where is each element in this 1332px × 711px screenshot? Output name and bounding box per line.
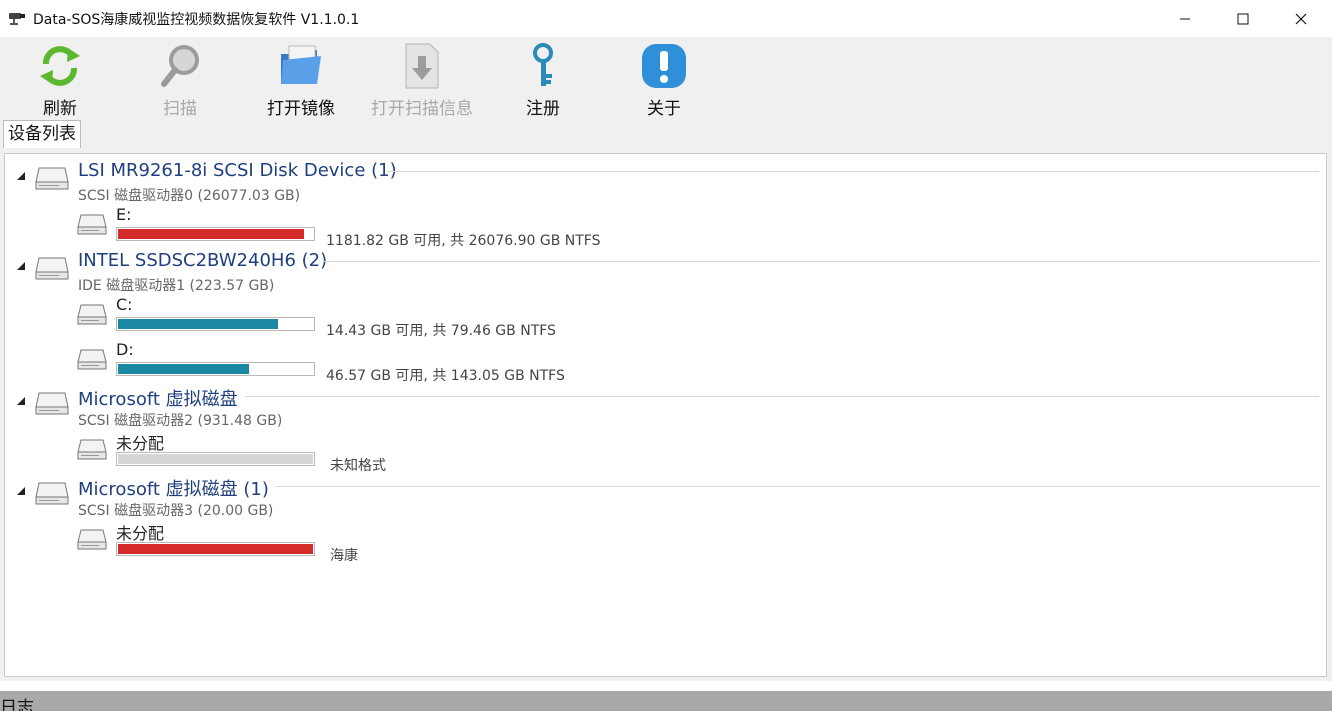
open-image-button[interactable]: 打开镜像 (241, 40, 361, 119)
open-scan-info-button[interactable]: 打开扫描信息 (362, 40, 482, 119)
volume-drive-icon (77, 214, 107, 235)
scan-label: 扫描 (163, 99, 197, 119)
volume-usage-fill (118, 544, 313, 554)
disk-subtitle: IDE 磁盘驱动器1 (223.57 GB) (78, 278, 275, 294)
folder-icon (281, 45, 321, 84)
disk-name[interactable]: INTEL SSDSC2BW240H6 (2) (78, 250, 327, 271)
close-button[interactable] (1272, 0, 1330, 37)
refresh-icon (40, 46, 80, 86)
open-image-label: 打开镜像 (267, 99, 335, 119)
volume-usage-bar (116, 542, 315, 556)
magnifier-icon (161, 45, 199, 87)
volume-label[interactable]: E: (116, 205, 132, 224)
volume-info: 海康 (330, 548, 358, 564)
open-scan-info-label: 打开扫描信息 (371, 99, 473, 119)
volume-label[interactable]: 未分配 (116, 520, 164, 544)
volume-info: 46.57 GB 可用, 共 143.05 GB NTFS (326, 368, 565, 384)
minimize-icon (1180, 18, 1190, 19)
volume-drive-icon (77, 529, 107, 550)
key-icon (533, 43, 553, 86)
tab-strip: 设备列表 (0, 117, 1332, 149)
log-label[interactable]: 日志 (0, 693, 34, 711)
disk-name[interactable]: Microsoft 虚拟磁盘 (1) (78, 475, 269, 501)
refresh-label: 刷新 (43, 99, 77, 119)
volume-drive-icon (77, 439, 107, 460)
volume-drive-icon (77, 349, 107, 370)
separator-line (323, 261, 1319, 262)
volume-usage-fill (118, 229, 304, 239)
volume-usage-bar (116, 227, 315, 241)
volume-usage-fill (118, 454, 313, 464)
refresh-button[interactable]: 刷新 (0, 40, 120, 119)
close-icon (1295, 13, 1307, 24)
volume-label[interactable]: 未分配 (116, 430, 164, 454)
volume-info: 1181.82 GB 可用, 共 26076.90 GB NTFS (326, 233, 601, 249)
hard-disk-icon (35, 482, 69, 505)
about-label: 关于 (647, 99, 681, 119)
maximize-icon (1237, 13, 1249, 24)
hard-disk-icon (35, 257, 69, 280)
volume-label[interactable]: C: (116, 295, 133, 314)
register-label: 注册 (526, 99, 560, 119)
hard-disk-icon (35, 392, 69, 415)
camera-app-icon (9, 13, 25, 25)
log-panel-header: 日志 (0, 691, 1332, 711)
expand-triangle-icon[interactable] (16, 396, 26, 406)
about-button[interactable]: 关于 (604, 40, 724, 119)
title-bar: Data-SOS海康威视监控视频数据恢复软件 V1.1.0.1 (0, 0, 1332, 37)
disk-subtitle: SCSI 磁盘驱动器0 (26077.03 GB) (78, 188, 301, 204)
separator-line (387, 171, 1319, 172)
register-button[interactable]: 注册 (483, 40, 603, 119)
volume-drive-icon (77, 304, 107, 325)
expand-triangle-icon[interactable] (16, 486, 26, 496)
device-list: LSI MR9261-8i SCSI Disk Device (1) SCSI … (4, 153, 1327, 677)
download-file-icon (405, 43, 439, 89)
minimize-button[interactable] (1156, 0, 1214, 37)
disk-name[interactable]: LSI MR9261-8i SCSI Disk Device (1) (78, 160, 397, 181)
expand-triangle-icon[interactable] (16, 261, 26, 271)
volume-usage-bar (116, 452, 315, 466)
info-icon (642, 44, 686, 88)
window-title: Data-SOS海康威视监控视频数据恢复软件 V1.1.0.1 (33, 12, 360, 28)
scan-button[interactable]: 扫描 (120, 40, 240, 119)
device-list-area: LSI MR9261-8i SCSI Disk Device (1) SCSI … (0, 149, 1332, 681)
separator-line (245, 396, 1319, 397)
maximize-button[interactable] (1214, 0, 1272, 37)
separator-line (275, 486, 1319, 487)
volume-usage-fill (118, 364, 249, 374)
volume-info: 14.43 GB 可用, 共 79.46 GB NTFS (326, 323, 556, 339)
volume-label[interactable]: D: (116, 340, 134, 359)
hard-disk-icon (35, 167, 69, 190)
expand-triangle-icon[interactable] (16, 171, 26, 181)
volume-usage-bar (116, 317, 315, 331)
disk-subtitle: SCSI 磁盘驱动器3 (20.00 GB) (78, 503, 274, 519)
toolbar: 刷新 扫描 打开镜像 打开扫描信息 注册 关于 (0, 37, 1332, 119)
disk-subtitle: SCSI 磁盘驱动器2 (931.48 GB) (78, 413, 283, 429)
volume-usage-fill (118, 319, 278, 329)
disk-name[interactable]: Microsoft 虚拟磁盘 (78, 385, 238, 411)
volume-usage-bar (116, 362, 315, 376)
volume-info: 未知格式 (330, 458, 386, 474)
tab-device-list[interactable]: 设备列表 (3, 120, 81, 148)
